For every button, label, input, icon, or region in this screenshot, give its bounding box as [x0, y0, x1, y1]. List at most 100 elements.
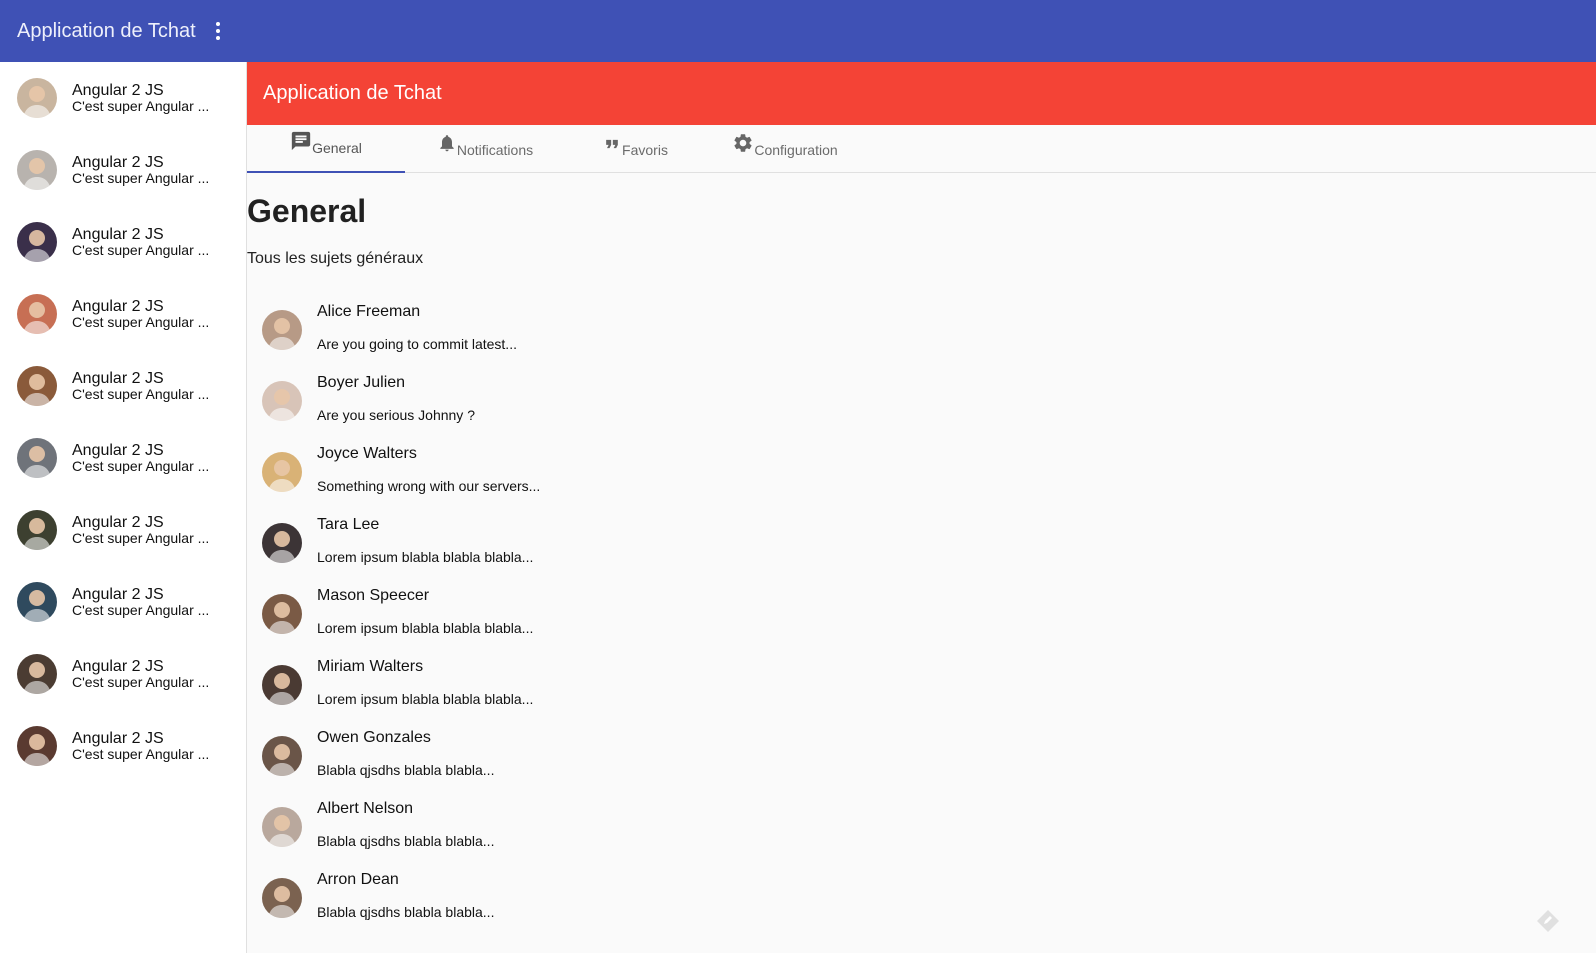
sidebar-item-title: Angular 2 JS — [72, 225, 164, 243]
bell-icon — [440, 135, 454, 152]
tab-content: General Tous les sujets généraux Alice F… — [247, 173, 1596, 933]
message-author: Owen Gonzales — [317, 729, 431, 746]
avatar — [17, 510, 57, 550]
sidebar-item-subtitle: C'est super Angular ... — [72, 314, 210, 331]
sidebar-item-title: Angular 2 JS — [72, 297, 164, 315]
avatar — [17, 150, 57, 190]
message-author: Arron Dean — [317, 871, 399, 888]
avatar — [262, 522, 302, 563]
list-item[interactable]: Albert Nelson Blabla qjsdhs blabla blabla… — [247, 791, 1596, 862]
sidebar-item[interactable]: Angular 2 JS C'est super Angular ... — [0, 566, 246, 638]
sidebar-item-text: Angular 2 JS C'est super Angular ... — [72, 730, 209, 763]
sidebar-item-subtitle: C'est super Angular ... — [72, 386, 210, 403]
avatar — [262, 593, 302, 634]
list-item[interactable]: Tara Lee Lorem ipsum blabla blabla blabla… — [247, 507, 1596, 578]
sidebar-item[interactable]: Angular 2 JS C'est super Angular ... — [0, 638, 246, 710]
sidebar-item[interactable]: Angular 2 JS C'est super Angular ... — [0, 494, 246, 566]
message-preview: Blabla qjsdhs blabla blabla... — [317, 833, 495, 849]
sidebar-item-text: Angular 2 JS C'est super Angular ... — [72, 442, 209, 475]
message-author: Joyce Walters — [317, 445, 417, 462]
message-author: Mason Speecer — [317, 587, 430, 604]
avatar — [17, 438, 57, 478]
tab-general-label: General — [312, 140, 362, 156]
avatar — [262, 806, 302, 847]
sidebar-item-subtitle: C'est super Angular ... — [72, 602, 210, 619]
sidebar-item-text: Angular 2 JS C'est super Angular ... — [72, 298, 209, 331]
list-item[interactable]: Alice Freeman Are you going to commit lat… — [247, 294, 1596, 365]
sidebar-item-subtitle: C'est super Angular ... — [72, 458, 210, 475]
sidebar-item[interactable]: Angular 2 JS C'est super Angular ... — [0, 278, 246, 350]
list-item-text: Owen Gonzales Blabla qjsdhs blabla blabla… — [317, 729, 495, 778]
sidebar-item-title: Angular 2 JS — [72, 729, 164, 747]
sidebar-item[interactable]: Angular 2 JS C'est super Angular ... — [0, 62, 246, 134]
avatar — [262, 735, 302, 776]
list-item[interactable]: Boyer Julien Are you serious Johnny ? — [247, 365, 1596, 436]
sidebar-item-text: Angular 2 JS C'est super Angular ... — [72, 82, 209, 115]
sidebar-item-text: Angular 2 JS C'est super Angular ... — [72, 370, 209, 403]
sidebar-item-subtitle: C'est super Angular ... — [72, 242, 210, 259]
list-item[interactable]: Owen Gonzales Blabla qjsdhs blabla blabla… — [247, 720, 1596, 791]
avatar — [262, 664, 302, 705]
list-item[interactable]: Mason Speecer Lorem ipsum blabla blabla b… — [247, 578, 1596, 649]
list-item-text: Joyce Walters Something wrong with our se… — [317, 445, 541, 494]
sidebar-item-subtitle: C'est super Angular ... — [72, 746, 210, 763]
message-author: Tara Lee — [317, 516, 380, 533]
list-item-text: Boyer Julien Are you serious Johnny ? — [317, 374, 475, 423]
gear-icon — [734, 134, 752, 152]
panel-title: Application de Tchat — [263, 82, 442, 104]
tab-favoris-label: Favoris — [622, 142, 668, 158]
sidebar-item-title: Angular 2 JS — [72, 585, 164, 603]
sidebar-item-title: Angular 2 JS — [72, 369, 164, 387]
feedback-icon[interactable] — [1536, 909, 1560, 933]
tab-configuration-label: Configuration — [754, 142, 838, 158]
app-toolbar: Application de Tchat — [0, 0, 1596, 62]
message-preview: Blabla qjsdhs blabla blabla... — [317, 904, 495, 920]
avatar — [17, 222, 57, 262]
sidebar-item[interactable]: Angular 2 JS C'est super Angular ... — [0, 422, 246, 494]
message-preview: Are you serious Johnny ? — [317, 407, 475, 423]
list-item[interactable]: Joyce Walters Something wrong with our se… — [247, 436, 1596, 507]
avatar — [262, 380, 302, 421]
list-item-text: Miriam Walters Lorem ipsum blabla blabla … — [317, 658, 534, 707]
sidebar-item-subtitle: C'est super Angular ... — [72, 98, 210, 115]
message-preview: Something wrong with our servers... — [317, 478, 541, 494]
list-item[interactable]: Arron Dean Blabla qjsdhs blabla blabla... — [247, 862, 1596, 933]
tab-favoris[interactable]: Favoris — [565, 125, 705, 173]
message-preview: Lorem ipsum blabla blabla blabla... — [317, 691, 534, 707]
tab-bar: General Notifications Favoris Configurat… — [247, 125, 1596, 173]
main-panel: Application de Tchat General Notificatio… — [247, 62, 1596, 953]
avatar — [17, 294, 57, 334]
app-title: Application de Tchat — [17, 19, 196, 42]
tab-configuration[interactable]: Configuration — [705, 125, 865, 173]
sidebar-item[interactable]: Angular 2 JS C'est super Angular ... — [0, 206, 246, 278]
message-preview: Lorem ipsum blabla blabla blabla... — [317, 549, 534, 565]
avatar — [262, 451, 302, 492]
tab-general[interactable]: General — [247, 125, 405, 173]
tab-notifications-label: Notifications — [456, 142, 534, 158]
sidebar-item[interactable]: Angular 2 JS C'est super Angular ... — [0, 134, 246, 206]
list-item-text: Albert Nelson Blabla qjsdhs blabla blabla… — [317, 800, 495, 849]
page-description: Tous les sujets généraux — [247, 250, 424, 267]
sidebar: Angular 2 JS C'est super Angular ... Angul… — [0, 62, 247, 953]
tab-notifications[interactable]: Notifications — [405, 125, 565, 173]
avatar — [17, 78, 57, 118]
message-author: Albert Nelson — [317, 800, 414, 817]
sidebar-item-text: Angular 2 JS C'est super Angular ... — [72, 154, 209, 187]
message-list: Alice Freeman Are you going to commit lat… — [247, 294, 1596, 933]
list-item-text: Tara Lee Lorem ipsum blabla blabla blabla… — [317, 516, 534, 565]
avatar — [262, 309, 302, 350]
quote-icon — [606, 139, 618, 149]
sidebar-item[interactable]: Angular 2 JS C'est super Angular ... — [0, 710, 246, 782]
avatar — [17, 366, 57, 406]
list-item-text: Arron Dean Blabla qjsdhs blabla blabla... — [317, 871, 495, 920]
sidebar-item-text: Angular 2 JS C'est super Angular ... — [72, 586, 209, 619]
sidebar-item-subtitle: C'est super Angular ... — [72, 674, 210, 691]
sidebar-item-text: Angular 2 JS C'est super Angular ... — [72, 514, 209, 547]
more-vert-icon[interactable] — [208, 17, 228, 45]
message-preview: Blabla qjsdhs blabla blabla... — [317, 762, 495, 778]
list-item[interactable]: Miriam Walters Lorem ipsum blabla blabla … — [247, 649, 1596, 720]
sidebar-item[interactable]: Angular 2 JS C'est super Angular ... — [0, 350, 246, 422]
sidebar-item-title: Angular 2 JS — [72, 513, 164, 531]
sidebar-item-text: Angular 2 JS C'est super Angular ... — [72, 226, 209, 259]
message-author: Boyer Julien — [317, 374, 406, 391]
